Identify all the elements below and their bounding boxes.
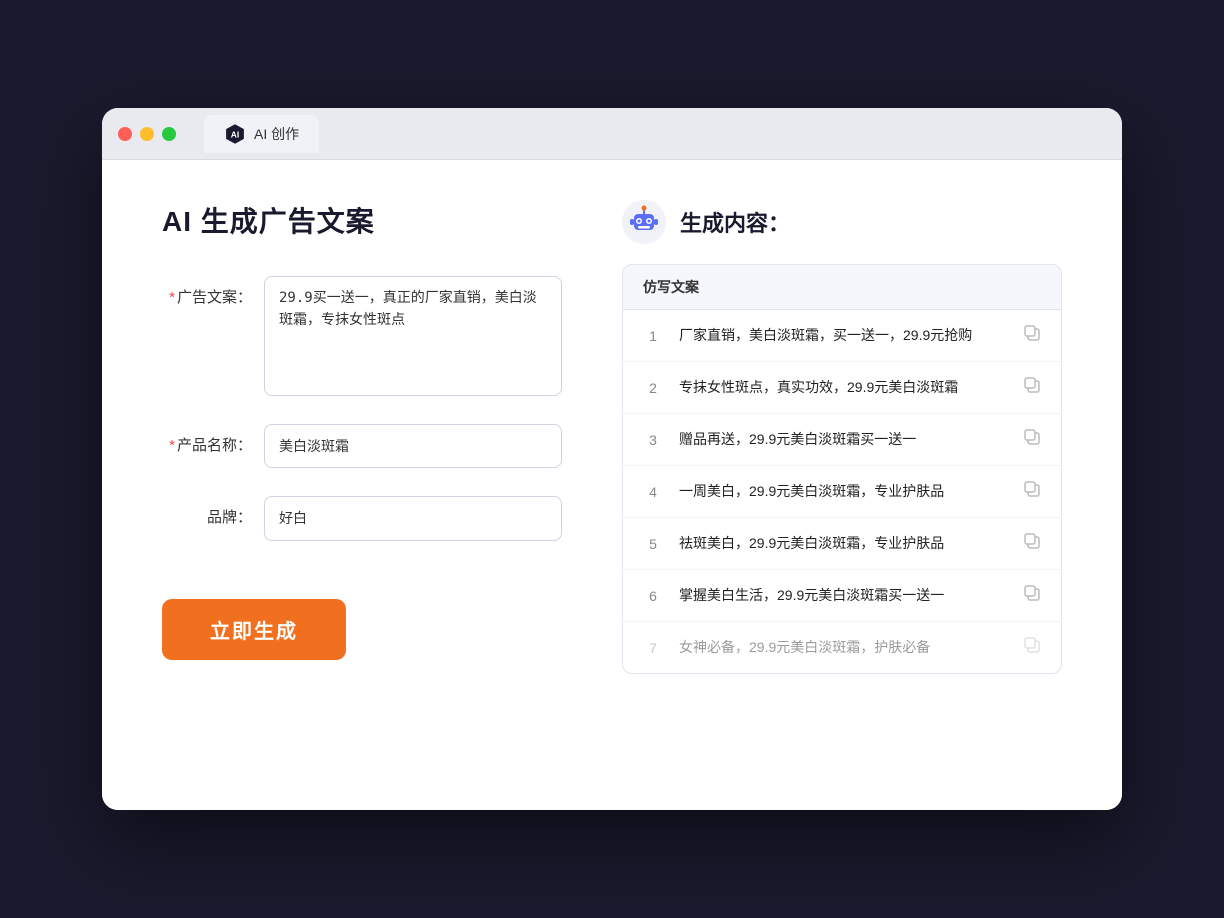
result-text: 赠品再送，29.9元美白淡斑霜买一送一 <box>679 429 1007 450</box>
result-text: 厂家直销，美白淡斑霜，买一送一，29.9元抢购 <box>679 325 1007 346</box>
close-button[interactable] <box>118 127 132 141</box>
tab-ai-creation[interactable]: AI AI 创作 <box>204 115 319 153</box>
right-panel: 生成内容： 仿写文案 1 厂家直销，美白淡斑霜，买一送一，29.9元抢购 2 专抹女性… <box>622 200 1062 770</box>
robot-icon <box>622 200 666 244</box>
ad-label: *广告文案： <box>162 276 252 307</box>
result-number: 4 <box>643 484 663 500</box>
product-name-input[interactable] <box>264 424 562 468</box>
result-number: 3 <box>643 432 663 448</box>
result-text: 祛斑美白，29.9元美白淡斑霜，专业护肤品 <box>679 533 1007 554</box>
maximize-button[interactable] <box>162 127 176 141</box>
results-header: 仿写文案 <box>623 265 1061 310</box>
result-text: 一周美白，29.9元美白淡斑霜，专业护肤品 <box>679 481 1007 502</box>
brand-group: 品牌： <box>162 496 562 540</box>
result-number: 1 <box>643 328 663 344</box>
browser-window: AI AI 创作 AI 生成广告文案 *广告文案： *产品名称： <box>102 108 1122 810</box>
page-title: AI 生成广告文案 <box>162 200 562 240</box>
ai-tab-icon: AI <box>224 123 246 145</box>
tab-area: AI AI 创作 <box>204 115 319 153</box>
result-row: 7 女神必备，29.9元美白淡斑霜，护肤必备 <box>623 622 1061 673</box>
copy-icon[interactable] <box>1023 428 1041 451</box>
column-header: 仿写文案 <box>643 279 699 295</box>
product-label: *产品名称： <box>162 424 252 455</box>
result-row: 1 厂家直销，美白淡斑霜，买一送一，29.9元抢购 <box>623 310 1061 362</box>
result-number: 2 <box>643 380 663 396</box>
generate-button[interactable]: 立即生成 <box>162 599 346 660</box>
result-text: 女神必备，29.9元美白淡斑霜，护肤必备 <box>679 637 1007 658</box>
result-row: 6 掌握美白生活，29.9元美白淡斑霜买一送一 <box>623 570 1061 622</box>
required-star-ad: * <box>169 289 175 306</box>
result-number: 6 <box>643 588 663 604</box>
product-name-group: *产品名称： <box>162 424 562 468</box>
result-text: 掌握美白生活，29.9元美白淡斑霜买一送一 <box>679 585 1007 606</box>
copy-icon[interactable] <box>1023 376 1041 399</box>
required-star-product: * <box>169 437 175 454</box>
result-row: 2 专抹女性斑点，真实功效，29.9元美白淡斑霜 <box>623 362 1061 414</box>
right-header: 生成内容： <box>622 200 1062 244</box>
copy-icon[interactable] <box>1023 480 1041 503</box>
titlebar: AI AI 创作 <box>102 108 1122 160</box>
copy-icon[interactable] <box>1023 636 1041 659</box>
copy-icon[interactable] <box>1023 584 1041 607</box>
ad-copy-input[interactable] <box>264 276 562 396</box>
results-list: 1 厂家直销，美白淡斑霜，买一送一，29.9元抢购 2 专抹女性斑点，真实功效，29.… <box>623 310 1061 673</box>
result-row: 3 赠品再送，29.9元美白淡斑霜买一送一 <box>623 414 1061 466</box>
brand-input[interactable] <box>264 496 562 540</box>
result-text: 专抹女性斑点，真实功效，29.9元美白淡斑霜 <box>679 377 1007 398</box>
copy-icon[interactable] <box>1023 324 1041 347</box>
results-container: 仿写文案 1 厂家直销，美白淡斑霜，买一送一，29.9元抢购 2 专抹女性斑点，真实功… <box>622 264 1062 674</box>
main-content: AI 生成广告文案 *广告文案： *产品名称： 品牌： 立 <box>102 160 1122 810</box>
result-row: 5 祛斑美白，29.9元美白淡斑霜，专业护肤品 <box>623 518 1061 570</box>
traffic-lights <box>118 127 176 141</box>
ad-copy-group: *广告文案： <box>162 276 562 396</box>
left-panel: AI 生成广告文案 *广告文案： *产品名称： 品牌： 立 <box>162 200 562 770</box>
svg-text:AI: AI <box>231 129 239 139</box>
result-number: 7 <box>643 640 663 656</box>
minimize-button[interactable] <box>140 127 154 141</box>
result-number: 5 <box>643 536 663 552</box>
brand-label: 品牌： <box>162 496 252 527</box>
tab-title: AI 创作 <box>254 124 299 144</box>
result-row: 4 一周美白，29.9元美白淡斑霜，专业护肤品 <box>623 466 1061 518</box>
right-title: 生成内容： <box>680 206 790 238</box>
copy-icon[interactable] <box>1023 532 1041 555</box>
